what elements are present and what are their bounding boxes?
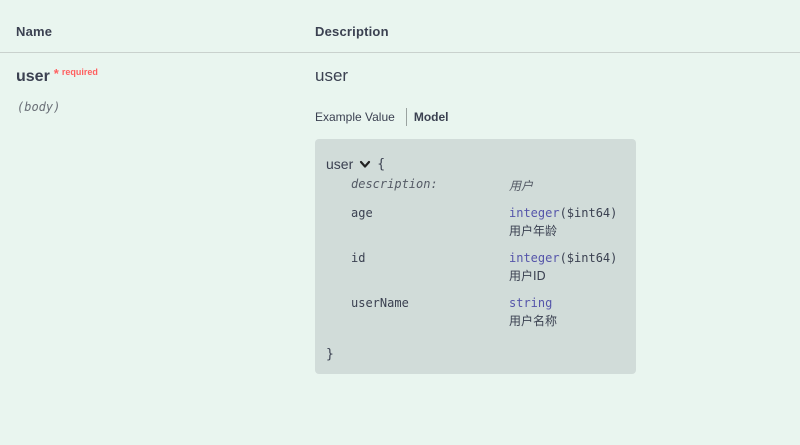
description-value: 用户	[509, 179, 534, 193]
model-box: user { description: 用户 age integer($int6…	[315, 139, 636, 374]
property-type: string	[509, 296, 552, 310]
property-type-format: ($int64)	[559, 251, 618, 265]
model-title: user	[326, 156, 354, 172]
model-toggle[interactable]: user {	[326, 156, 385, 172]
column-header-description: Description	[315, 24, 389, 39]
required-star: *	[53, 66, 59, 81]
required-label: required	[61, 67, 98, 77]
property-description: 用户名称	[509, 314, 558, 328]
tab-model[interactable]: Model	[414, 110, 449, 124]
property-type: integer($int64)	[509, 251, 617, 265]
property-type: integer($int64)	[509, 206, 617, 220]
close-brace: }	[326, 347, 334, 362]
property-name: age	[351, 206, 373, 220]
property-name: id	[351, 251, 366, 265]
property-name: userName	[351, 296, 409, 310]
tab-example-value[interactable]: Example Value	[315, 110, 395, 124]
property-type-keyword: integer	[509, 206, 560, 220]
property-description: 用户年龄	[509, 224, 558, 238]
parameter-name-label: user	[16, 68, 50, 85]
tab-divider	[405, 108, 407, 126]
column-header-name: Name	[16, 24, 53, 39]
property-type-keyword: integer	[509, 251, 560, 265]
parameter-name: user * required	[16, 66, 98, 86]
property-type-keyword: string	[509, 296, 553, 310]
open-brace: {	[377, 156, 386, 172]
parameters-table-header: Name Description	[0, 0, 800, 53]
chevron-down-icon[interactable]	[359, 158, 371, 170]
property-type-format: ($int64)	[559, 206, 618, 220]
parameter-location: (body)	[17, 100, 61, 114]
model-tabs: Example Value Model	[315, 108, 449, 126]
description-key: description:	[351, 177, 438, 191]
schema-title: user	[315, 66, 349, 85]
property-description: 用户ID	[509, 269, 546, 283]
